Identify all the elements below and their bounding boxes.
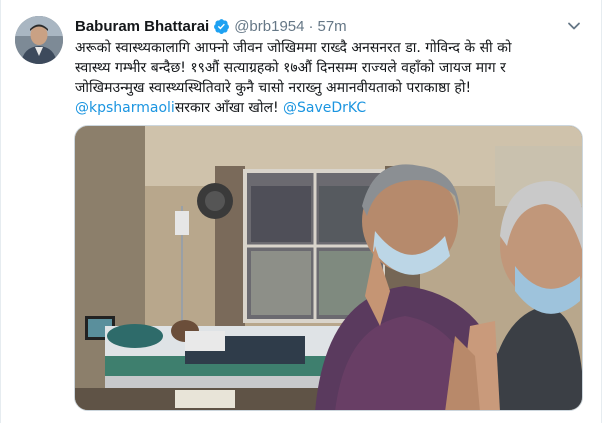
chevron-down-icon[interactable]	[567, 18, 581, 32]
author-name[interactable]: Baburam Bhattarai	[75, 18, 209, 35]
tweet-card[interactable]: Baburam Bhattarai @brb1954 · 57m अरूको स…	[0, 0, 602, 423]
tweet-header: Baburam Bhattarai @brb1954 · 57m	[75, 16, 347, 36]
separator-dot: ·	[308, 17, 314, 35]
tweet-text-line: @kpsharmaoliसरकार आँखा खोल! @SaveDrKC	[75, 98, 575, 118]
verified-badge-icon	[213, 18, 230, 35]
author-handle[interactable]: @brb1954	[234, 18, 304, 35]
mention-link[interactable]: @kpsharmaoli	[75, 100, 175, 116]
tweet-text-fragment: सरकार आँखा खोल!	[174, 100, 284, 116]
tweet-text-line: स्वास्थ्य गम्भीर बन्दैछ! १९औं सत्याग्रहक…	[75, 60, 506, 76]
avatar[interactable]	[15, 16, 63, 64]
tweet-text-line: जोखिमउन्मुख स्वास्थ्यस्थितिवारे कुनै चास…	[75, 80, 472, 96]
tweet-timestamp[interactable]: 57m	[317, 18, 346, 35]
tweet-text-line: अरूको स्वास्थ्यकालागि आफ्नो जीवन जोखिममा…	[75, 40, 512, 56]
tweet-text: अरूको स्वास्थ्यकालागि आफ्नो जीवन जोखिममा…	[75, 38, 575, 118]
tweet-photo[interactable]	[74, 125, 583, 411]
mention-link[interactable]: @SaveDrKC	[283, 100, 366, 116]
